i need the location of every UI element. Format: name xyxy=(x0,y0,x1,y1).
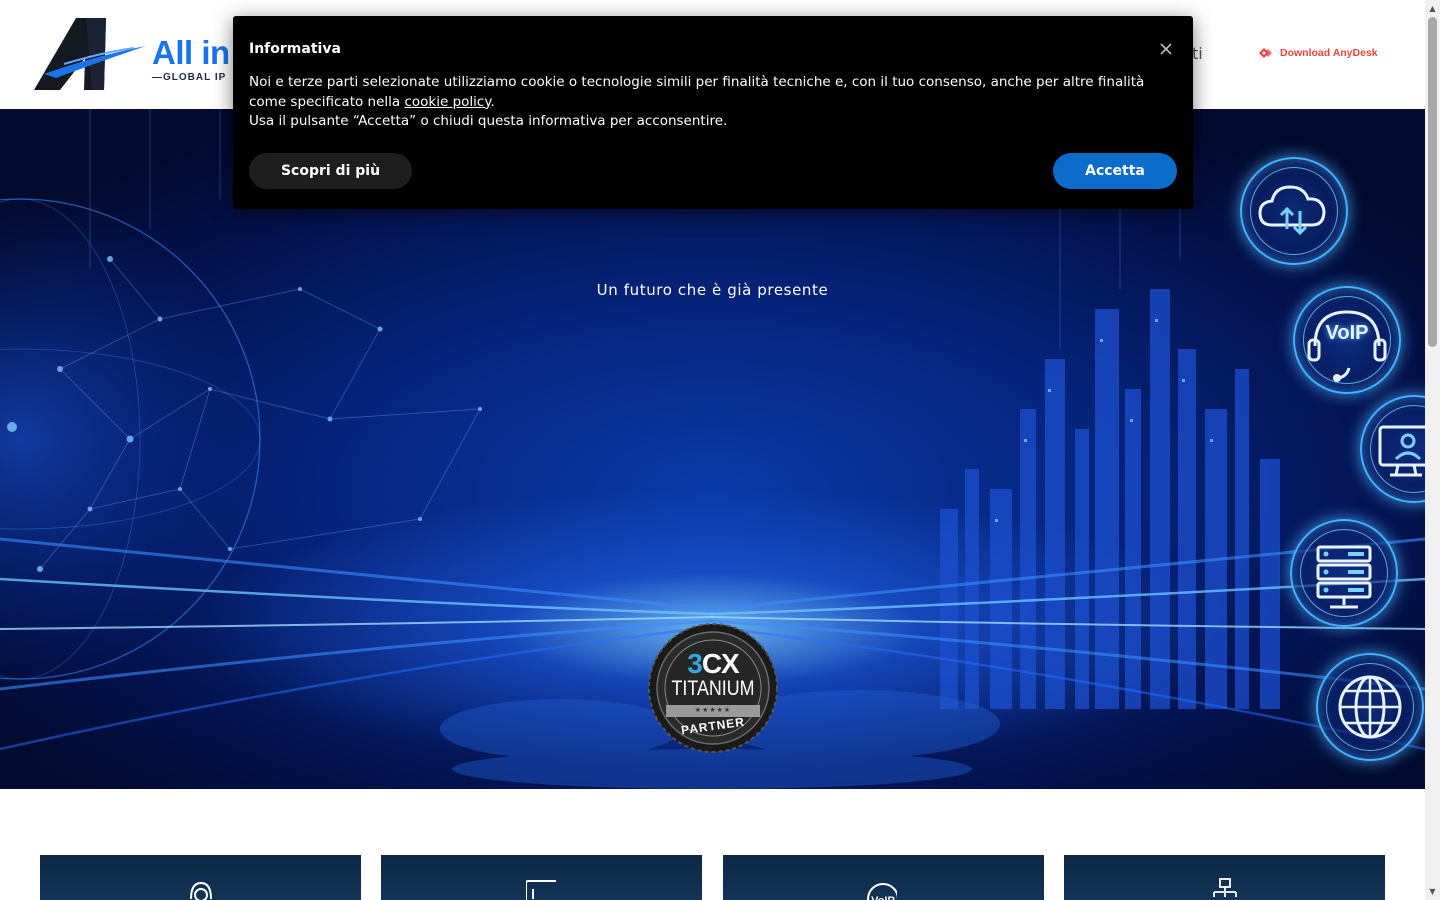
close-icon[interactable] xyxy=(1157,40,1175,58)
cookie-consent-banner: Informativa Noi e terze parti selezionat… xyxy=(233,16,1193,209)
badge-brand: 3CX xyxy=(687,648,739,679)
globe-icon xyxy=(1316,653,1424,761)
network-topology-icon xyxy=(1213,878,1237,897)
scroll-thumb[interactable] xyxy=(1428,17,1437,347)
hero-tagline: Un futuro che è già presente xyxy=(596,281,829,299)
download-anydesk-link[interactable]: Download AnyDesk xyxy=(1258,46,1378,60)
service-card-network[interactable] xyxy=(1064,855,1385,900)
tablet-device-icon xyxy=(526,880,556,900)
service-card-voip[interactable]: VoIP xyxy=(723,855,1044,900)
server-rack-icon xyxy=(1290,519,1398,627)
nav-item-partial[interactable]: ti xyxy=(1192,44,1203,63)
anydesk-icon xyxy=(1259,48,1272,58)
logo-subtext: —GLOBAL IP xyxy=(152,72,227,83)
hero-banner: Un futuro che è già presente 3CX TITANIU… xyxy=(0,109,1425,789)
accept-button[interactable]: Accetta xyxy=(1053,153,1177,189)
svg-text:VoIP: VoIP xyxy=(871,895,895,900)
scroll-up-icon[interactable]: ▲ xyxy=(1425,0,1440,17)
learn-more-button[interactable]: Scopri di più xyxy=(249,153,412,189)
cookie-banner-title: Informativa xyxy=(249,41,341,57)
anydesk-label: Download AnyDesk xyxy=(1280,47,1378,59)
page-scrollbar[interactable]: ▲ ▼ xyxy=(1425,0,1440,900)
cookie-policy-link[interactable]: cookie policy xyxy=(404,94,490,110)
voip-phone-icon: VoIP xyxy=(867,883,897,900)
voip-icon-label: VoIP xyxy=(1325,322,1369,344)
cloud-upload-download-icon xyxy=(1240,157,1348,265)
voip-headset-icon: VoIP xyxy=(1293,286,1401,394)
service-card-support[interactable] xyxy=(40,855,361,900)
3cx-titanium-partner-badge: 3CX TITANIUM ★★★★★ PARTNER xyxy=(648,622,778,754)
headset-support-icon xyxy=(190,881,212,900)
logo-text: All in xyxy=(152,34,230,71)
service-card-device[interactable] xyxy=(381,855,702,900)
badge-tier: TITANIUM xyxy=(671,677,755,700)
logo-a-mark-icon xyxy=(34,18,146,90)
scroll-down-icon[interactable]: ▼ xyxy=(1425,883,1440,900)
remote-desktop-user-icon xyxy=(1360,395,1425,503)
cookie-banner-text: Noi e terze parti selezionate utilizziam… xyxy=(249,74,1145,129)
